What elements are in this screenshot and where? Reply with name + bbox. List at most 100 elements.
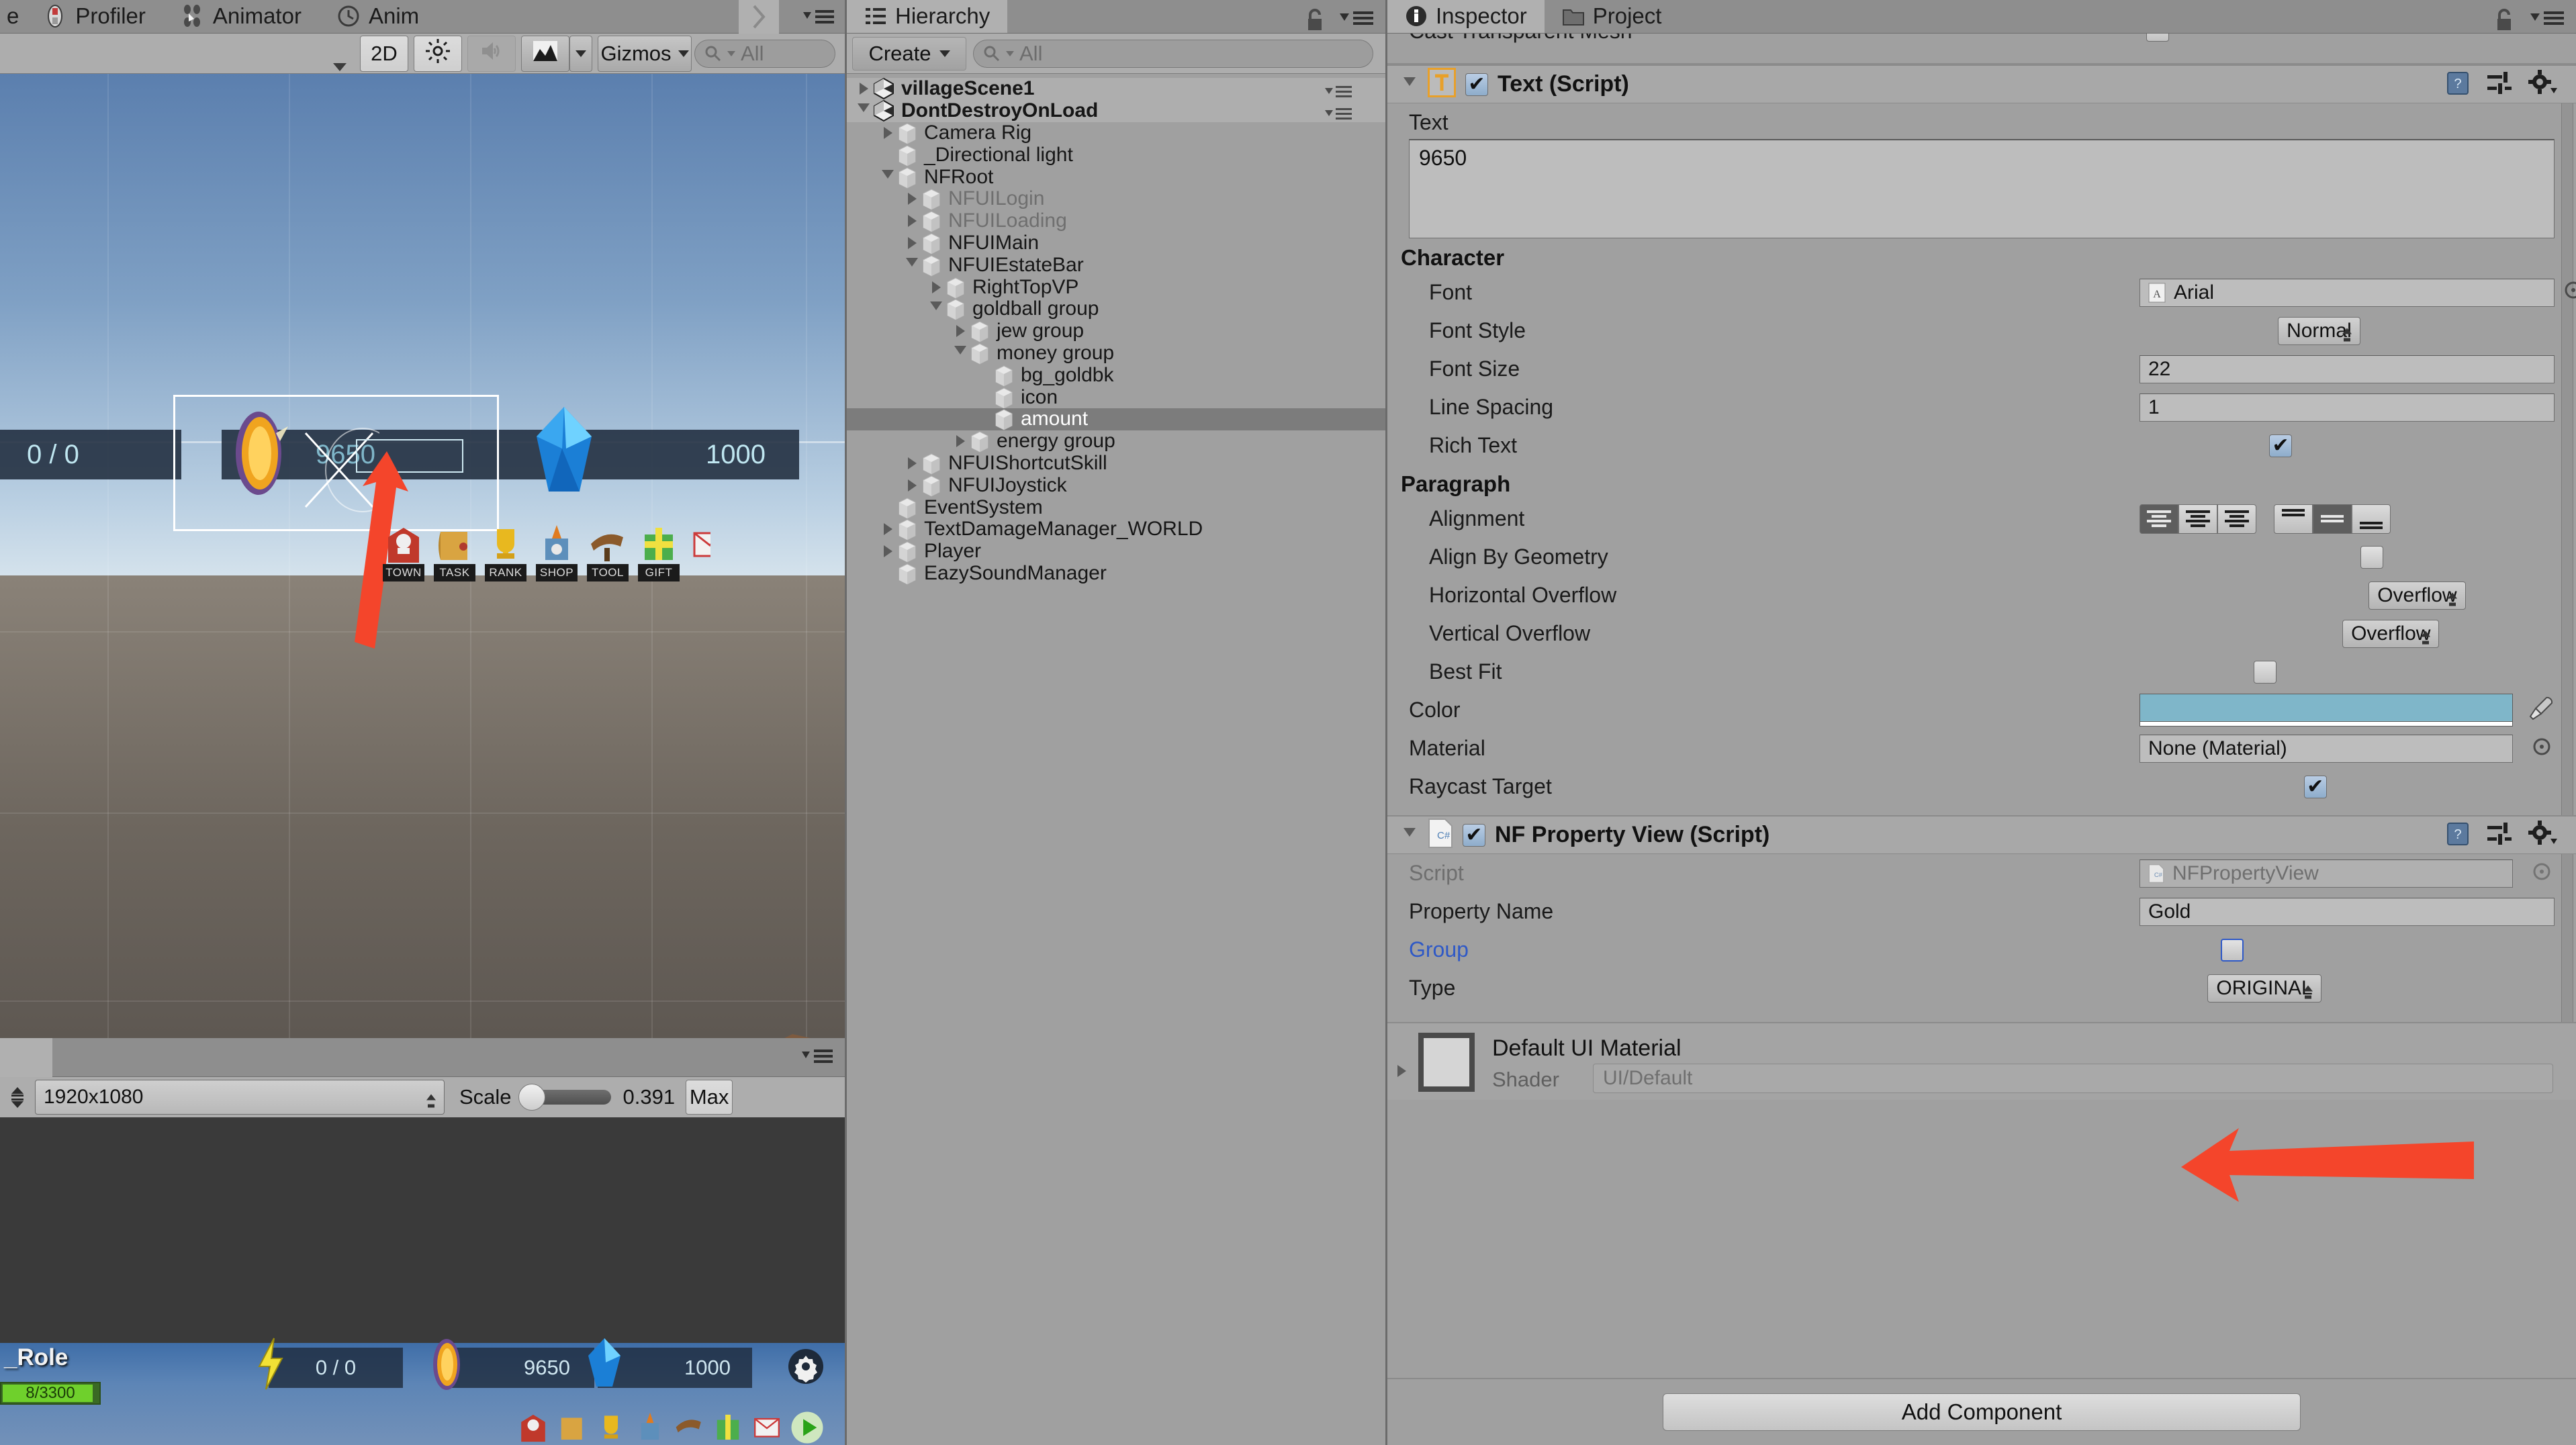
chevron-right-icon[interactable] xyxy=(903,190,921,207)
color-swatch[interactable] xyxy=(2140,694,2513,727)
game-preview-pane[interactable]: _Role 8/3300 0 / 0 9650 1000 xyxy=(0,1117,845,1445)
maximize-on-play-button[interactable]: Max xyxy=(686,1080,733,1115)
chevron-right-icon[interactable] xyxy=(903,477,921,494)
chevron-right-icon[interactable] xyxy=(879,124,896,142)
hierarchy-item-nfuilogin[interactable]: NFUILogin xyxy=(847,187,1385,210)
vertical-alignment-group[interactable] xyxy=(2274,504,2391,534)
hierarchy-item-bg-goldbk[interactable]: bg_goldbk xyxy=(847,364,1385,387)
type-dropdown[interactable]: ORIGINAL xyxy=(2207,974,2321,1003)
preview-play-button[interactable] xyxy=(790,1410,825,1445)
inspector-menu-icon[interactable] xyxy=(2529,8,2565,32)
chevron-right-icon[interactable] xyxy=(903,455,921,472)
font-object-field[interactable]: A Arial xyxy=(2140,278,2576,307)
chevron-down-icon[interactable] xyxy=(855,102,872,120)
tab-inspector[interactable]: Inspector xyxy=(1387,0,1545,33)
align-by-geometry-checkbox[interactable] xyxy=(2360,545,2383,569)
font-style-dropdown[interactable]: Normal xyxy=(2278,316,2360,345)
hierarchy-item-dontdestroyonload[interactable]: DontDestroyOnLoad xyxy=(847,99,1385,122)
align-center-button[interactable] xyxy=(2178,504,2217,534)
hierarchy-item-textdamagemanager-world[interactable]: TextDamageManager_WORLD xyxy=(847,518,1385,541)
preview-nav-rank[interactable] xyxy=(595,1411,627,1445)
nav-button-town[interactable]: TOWN xyxy=(383,524,424,581)
nav-button-mail[interactable] xyxy=(689,524,710,581)
chevron-down-icon[interactable] xyxy=(952,344,969,362)
scale-slider-handle[interactable] xyxy=(518,1084,545,1111)
hierarchy-item-nfuiestatebar[interactable]: NFUIEstateBar xyxy=(847,254,1385,277)
best-fit-checkbox[interactable] xyxy=(2254,660,2277,684)
preview-nav-shop[interactable] xyxy=(634,1411,666,1445)
scene-audio-toggle[interactable] xyxy=(467,35,516,72)
shader-dropdown[interactable]: UI/Default xyxy=(1593,1064,2553,1093)
chevron-right-icon[interactable] xyxy=(855,80,872,97)
lock-icon[interactable] xyxy=(1305,8,1325,36)
font-object-picker-icon[interactable] xyxy=(2563,280,2576,306)
hierarchy-item--directional-light[interactable]: _Directional light xyxy=(847,144,1385,167)
scale-slider-group[interactable]: Scale 0.391 xyxy=(459,1084,675,1111)
hierarchy-item-nfuishortcutskill[interactable]: NFUIShortcutSkill xyxy=(847,452,1385,475)
material-object-picker-icon[interactable] xyxy=(2532,737,2552,760)
chevron-right-icon[interactable] xyxy=(903,234,921,252)
add-component-button[interactable]: Add Component xyxy=(1663,1393,2301,1431)
inspector-lock-icon[interactable] xyxy=(2494,8,2514,36)
aspect-ratio-dropdown[interactable]: 1920x1080 xyxy=(35,1080,445,1115)
scene-lighting-toggle[interactable] xyxy=(414,35,462,72)
game-view-canvas[interactable]: 0 / 0 9650 1000 TOWN TASK RANK SHOP TOOL… xyxy=(0,74,845,1038)
horizontal-alignment-group[interactable] xyxy=(2140,504,2256,534)
nav-button-task[interactable]: TASK xyxy=(434,524,475,581)
component-header-text-script[interactable]: Text (Script) ? xyxy=(1387,64,2576,103)
component-header-nf-property-view[interactable]: C# NF Property View (Script) ? xyxy=(1387,815,2576,854)
align-right-button[interactable] xyxy=(2217,504,2256,534)
chevron-down-icon[interactable] xyxy=(879,169,896,186)
gear-icon[interactable] xyxy=(2528,820,2557,850)
chevron-right-icon[interactable] xyxy=(903,212,921,230)
hierarchy-item-righttopvp[interactable]: RightTopVP xyxy=(847,276,1385,299)
raycast-target-checkbox[interactable] xyxy=(2303,775,2327,798)
text-component-enabled-checkbox[interactable] xyxy=(1465,73,1488,96)
gear-icon[interactable] xyxy=(2528,69,2557,99)
component-foldout-nfpropertyview[interactable] xyxy=(1401,827,1418,844)
chevron-right-icon[interactable] xyxy=(879,543,896,560)
hierarchy-item-money-group[interactable]: money group xyxy=(847,342,1385,365)
chevron-right-icon[interactable] xyxy=(879,520,896,538)
preview-nav-task[interactable] xyxy=(556,1411,588,1445)
aspect-stepper-icon[interactable] xyxy=(0,1086,35,1108)
preview-settings-gear-icon[interactable] xyxy=(787,1348,825,1389)
tab-animation[interactable]: Anim xyxy=(318,0,437,33)
scale-slider-track[interactable] xyxy=(518,1084,611,1111)
hierarchy-item-nfroot[interactable]: NFRoot xyxy=(847,166,1385,189)
hierarchy-item-nfuiloading[interactable]: NFUILoading xyxy=(847,209,1385,232)
hierarchy-search-input[interactable]: All xyxy=(973,39,1373,68)
tab-animator[interactable]: Animator xyxy=(163,0,319,33)
chevron-right-icon[interactable] xyxy=(952,432,969,450)
property-name-input[interactable]: Gold xyxy=(2140,897,2555,926)
vertical-overflow-dropdown[interactable]: Overflow xyxy=(2342,619,2440,648)
tab-profiler[interactable]: Profiler xyxy=(26,0,163,33)
scene-search-input[interactable]: All xyxy=(694,39,835,68)
hierarchy-item-camera-rig[interactable]: Camera Rig xyxy=(847,122,1385,144)
material-foldout[interactable] xyxy=(1393,1062,1410,1080)
hierarchy-item-nfuimain[interactable]: NFUIMain xyxy=(847,232,1385,254)
hierarchy-item-eazysoundmanager[interactable]: EazySoundManager xyxy=(847,562,1385,585)
scene-view-menu-icon[interactable] xyxy=(802,7,835,30)
chevron-right-icon[interactable] xyxy=(952,322,969,340)
hierarchy-item-jew-group[interactable]: jew group xyxy=(847,320,1385,342)
hierarchy-menu-icon[interactable] xyxy=(1338,8,1375,32)
hierarchy-tree[interactable]: villageScene1 DontDestroyOnLoad Camera Rig… xyxy=(847,74,1385,1445)
preview-nav-gift[interactable] xyxy=(712,1411,744,1445)
nav-button-gift[interactable]: GIFT xyxy=(638,524,680,581)
tab-overflow-chevron-icon[interactable] xyxy=(739,0,779,34)
component-foldout-text[interactable] xyxy=(1401,76,1418,93)
chevron-down-icon[interactable] xyxy=(927,300,945,318)
nfpropertyview-enabled-checkbox[interactable] xyxy=(1463,823,1485,847)
hierarchy-item-amount[interactable]: amount xyxy=(847,408,1385,430)
align-middle-button[interactable] xyxy=(2313,504,2352,534)
help-book-icon[interactable]: ? xyxy=(2444,69,2471,99)
chevron-down-icon[interactable] xyxy=(903,257,921,274)
nav-button-tool[interactable]: TOOL xyxy=(587,524,629,581)
tab-project[interactable]: Project xyxy=(1544,0,1680,33)
nav-button-rank[interactable]: RANK xyxy=(485,524,526,581)
preview-nav-town[interactable] xyxy=(517,1411,549,1445)
hierarchy-item-player[interactable]: Player xyxy=(847,540,1385,563)
gizmos-dropdown[interactable]: Gizmos xyxy=(598,35,692,72)
game-tab-active[interactable] xyxy=(0,1038,52,1077)
